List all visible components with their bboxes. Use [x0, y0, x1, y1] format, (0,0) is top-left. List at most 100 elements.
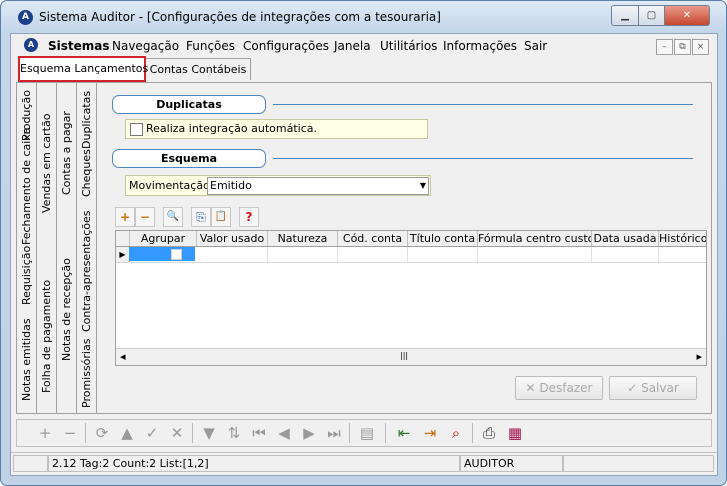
auto-integration-checkbox[interactable]: [130, 123, 143, 136]
add-icon[interactable]: +: [35, 423, 55, 443]
vtab-notas-emitidas[interactable]: Notas emitidas: [20, 318, 33, 401]
section-duplicatas-header: Duplicatas: [112, 95, 266, 114]
vtab-promissorias[interactable]: Promissórias: [80, 339, 93, 408]
separator: [472, 423, 473, 443]
vertical-tab-column-3: Notas de recepção Contas a pagar: [57, 83, 77, 413]
table-row[interactable]: ▶: [116, 247, 706, 263]
section-divider: [273, 104, 693, 105]
vtab-contas-a-pagar[interactable]: Contas a pagar: [60, 111, 73, 195]
section-divider: [273, 158, 693, 159]
movimentacao-select[interactable]: Emitido ▼: [207, 177, 429, 195]
movimentacao-value: Emitido: [210, 179, 252, 192]
mdi-restore-button[interactable]: ⧉: [674, 39, 691, 55]
grid-header: Agrupar Valor usado Natureza Cód. conta …: [116, 231, 706, 247]
up-icon[interactable]: ▲: [117, 423, 137, 443]
formula-centro-custo-cell[interactable]: [477, 247, 592, 262]
menu-sistemas[interactable]: Sistemas: [48, 39, 110, 53]
undo-button[interactable]: ✕ Desfazer: [515, 376, 603, 400]
filter-icon[interactable]: ▼: [199, 423, 219, 443]
grid-corner: [116, 231, 130, 246]
valor-usado-cell[interactable]: [196, 247, 268, 262]
scroll-thumb-grip[interactable]: |||: [400, 351, 408, 360]
vtab-cheques[interactable]: Cheques: [80, 149, 93, 197]
print-preview-icon[interactable]: ▤: [357, 423, 377, 443]
prev-icon[interactable]: ◀: [274, 423, 294, 443]
menu-informacoes[interactable]: Informações: [443, 39, 517, 53]
save-icon: ✓: [627, 381, 642, 395]
printer-icon[interactable]: ⎙: [479, 423, 499, 443]
vtab-folha-de-pagamento[interactable]: Folha de pagamento: [40, 280, 53, 393]
confirm-icon[interactable]: ✓: [142, 423, 162, 443]
cod-conta-cell[interactable]: [337, 247, 408, 262]
menu-configuracoes[interactable]: Configurações: [243, 39, 329, 53]
tab-contas-contabeis[interactable]: Contas Contábeis: [145, 58, 251, 80]
status-user: AUDITOR: [460, 455, 563, 472]
col-agrupar[interactable]: Agrupar: [130, 231, 197, 246]
export-icon[interactable]: ⇤: [394, 423, 414, 443]
help-icon[interactable]: ?: [239, 207, 259, 227]
vtab-fechamento-de-caixa[interactable]: Fechamento de caixa: [20, 127, 33, 245]
menu-utilitarios[interactable]: Utilitários: [380, 39, 437, 53]
paste-icon[interactable]: 📋: [211, 207, 231, 227]
undo-label: Desfazer: [539, 381, 593, 395]
vtab-vendas-em-cartao[interactable]: Vendas em cartão: [40, 114, 53, 213]
search-record-icon[interactable]: ⌕: [446, 423, 466, 443]
window-title: Sistema Auditor - [Configurações de inte…: [39, 10, 441, 24]
agrupar-checkbox[interactable]: [171, 249, 182, 260]
separator: [85, 423, 86, 443]
tab-page: Notas emitidas Requisição Fechamento de …: [16, 82, 712, 414]
natureza-cell[interactable]: [267, 247, 338, 262]
menu-navegacao[interactable]: Navegação: [112, 39, 179, 53]
remove-icon[interactable]: −: [60, 423, 80, 443]
scroll-left-icon[interactable]: ◂: [120, 350, 126, 363]
horizontal-scrollbar[interactable]: ◂ ||| ▸: [116, 348, 706, 365]
title-bar[interactable]: A Sistema Auditor - [Configurações de in…: [1, 1, 726, 33]
remove-icon[interactable]: −: [135, 207, 155, 227]
report-icon[interactable]: ▦: [505, 423, 525, 443]
add-icon[interactable]: +: [115, 207, 135, 227]
vtab-producao[interactable]: Produção: [20, 90, 33, 141]
mdi-minimize-button[interactable]: –: [656, 39, 673, 55]
vtab-contra-apresentacoes[interactable]: Contra-apresentações: [80, 211, 93, 333]
menu-bar: A Sistemas Navegação Funções Configuraçõ…: [11, 34, 717, 56]
menu-funcoes[interactable]: Funções: [186, 39, 235, 53]
menu-janela[interactable]: Janela: [334, 39, 371, 53]
sort-icon[interactable]: ⇅: [224, 423, 244, 443]
grid-toolbar: + − 🔍 ⎘ 📋 ?: [115, 205, 705, 227]
main-window: A Sistema Auditor - [Configurações de in…: [0, 0, 727, 486]
copy-icon[interactable]: ⎘: [191, 207, 211, 227]
next-icon[interactable]: ▶: [299, 423, 319, 443]
col-cod-conta[interactable]: Cód. conta: [338, 231, 408, 246]
data-usada-cell[interactable]: [591, 247, 659, 262]
maximize-button[interactable]: ▢: [638, 5, 665, 26]
separator: [385, 423, 386, 443]
mdi-close-button[interactable]: ×: [692, 39, 709, 55]
col-valor-usado[interactable]: Valor usado: [197, 231, 268, 246]
separator: [192, 423, 193, 443]
save-button[interactable]: ✓ Salvar: [609, 376, 697, 400]
vtab-requisicao[interactable]: Requisição: [20, 246, 33, 305]
cancel-icon[interactable]: ✕: [167, 423, 187, 443]
data-grid[interactable]: Agrupar Valor usado Natureza Cód. conta …: [115, 230, 707, 366]
col-titulo-conta[interactable]: Título conta: [408, 231, 478, 246]
vertical-tab-column-1: Notas emitidas Requisição Fechamento de …: [17, 83, 37, 413]
vtab-notas-de-recepcao[interactable]: Notas de recepção: [60, 258, 73, 361]
vtab-duplicatas[interactable]: Duplicatas: [80, 91, 93, 149]
auto-integration-row: Realiza integração automática.: [125, 119, 428, 139]
close-button[interactable]: ✕: [664, 5, 710, 26]
col-historico[interactable]: Histórico: [659, 231, 706, 246]
refresh-icon[interactable]: ⟳: [92, 423, 112, 443]
agrupar-cell[interactable]: [129, 247, 195, 261]
col-natureza[interactable]: Natureza: [268, 231, 338, 246]
col-formula-centro-custo[interactable]: Fórmula centro custo: [478, 231, 592, 246]
tab-esquema-lancamentos[interactable]: Esquema Lançamentos: [18, 56, 148, 82]
menu-sair[interactable]: Sair: [524, 39, 547, 53]
titulo-conta-cell[interactable]: [407, 247, 478, 262]
col-data-usada[interactable]: Data usada: [592, 231, 659, 246]
search-icon[interactable]: 🔍: [163, 207, 183, 227]
first-icon[interactable]: ⏮: [249, 423, 269, 443]
import-icon[interactable]: ⇥: [420, 423, 440, 443]
last-icon[interactable]: ⏭: [324, 423, 344, 443]
scroll-right-icon[interactable]: ▸: [696, 350, 702, 363]
minimize-button[interactable]: ▁: [611, 5, 639, 26]
